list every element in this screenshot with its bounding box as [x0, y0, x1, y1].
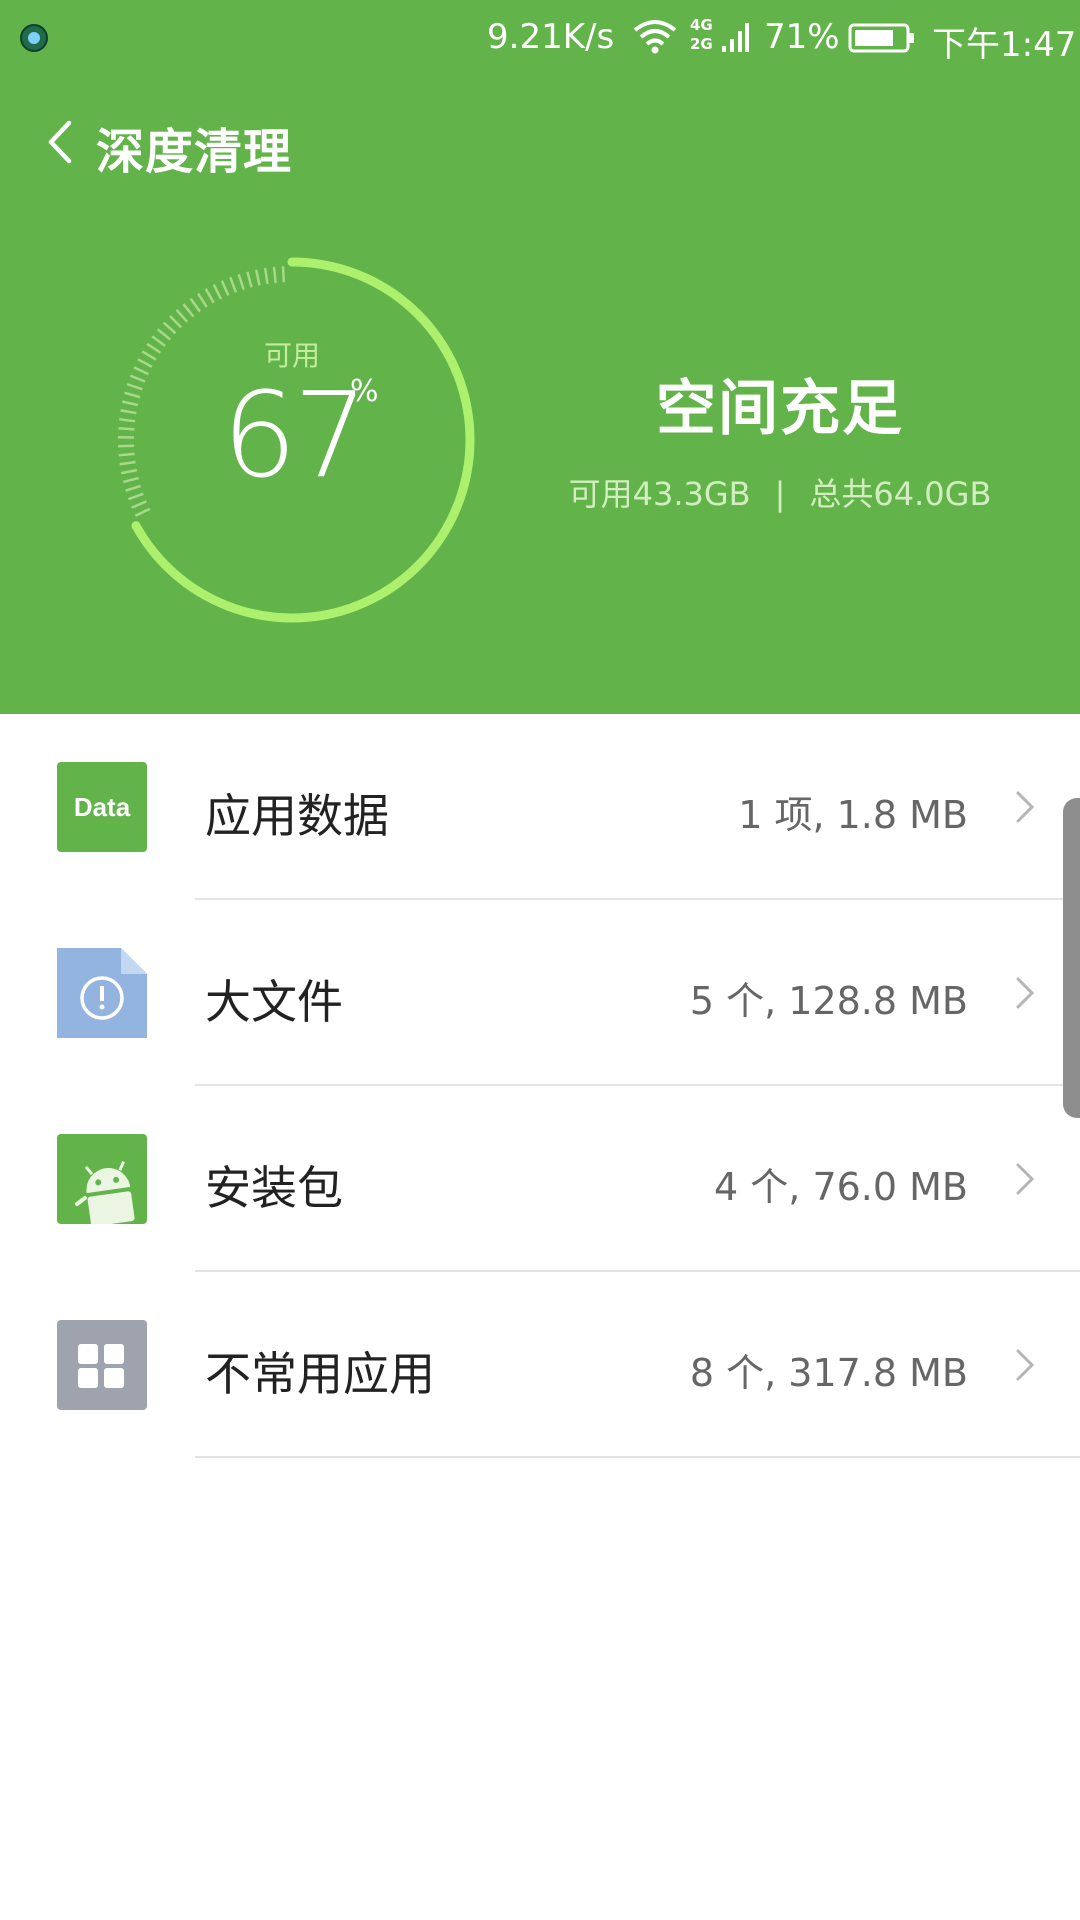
list-item-label: 安装包	[205, 1161, 343, 1215]
back-button[interactable]	[28, 106, 92, 178]
data-icon: Data	[57, 762, 147, 852]
list-item-unused-apps[interactable]: 不常用应用 8 个, 317.8 MB	[0, 1272, 1080, 1458]
network-type-top: 4G	[690, 16, 713, 34]
status-bar: 9.21K/s 4G 2G 71% 下午1:47	[0, 0, 1080, 78]
gauge-tick	[272, 266, 277, 283]
android-package-icon	[57, 1134, 147, 1224]
chevron-right-icon	[1016, 791, 1035, 823]
list-item-app-data[interactable]: Data 应用数据 1 项, 1.8 MB	[0, 714, 1080, 900]
gauge-tick	[122, 400, 139, 407]
gauge-tick	[246, 271, 253, 288]
title-bar: 深度清理	[0, 78, 1080, 208]
available-space: 可用43.3GB	[568, 475, 751, 513]
gauge-tick	[263, 267, 269, 285]
space-details: 可用43.3GB | 总共64.0GB	[520, 469, 1040, 515]
unused-apps-icon	[57, 1320, 147, 1410]
divider	[195, 1456, 1080, 1458]
gauge-tick	[229, 276, 238, 293]
list-item-value: 4 个, 76.0 MB	[714, 1165, 968, 1209]
gauge-tick	[197, 292, 208, 308]
clock: 下午1:47	[932, 25, 1077, 65]
list-item-label: 不常用应用	[205, 1347, 435, 1401]
gauge-unit: %	[350, 374, 379, 409]
data-icon-text: Data	[74, 792, 131, 822]
space-status: 空间充足	[656, 374, 904, 444]
back-arrow-icon	[48, 120, 72, 164]
gauge-value: 67	[222, 366, 368, 504]
gauge-tick	[212, 284, 223, 300]
edge-panel-handle[interactable]	[1063, 798, 1080, 1118]
gauge-tick	[134, 507, 151, 517]
gauge-tick	[119, 418, 136, 423]
large-file-icon	[57, 948, 147, 1038]
gauge-tick	[220, 280, 230, 296]
list-item-label: 应用数据	[205, 789, 389, 843]
space-info: 空间充足 可用43.3GB | 总共64.0GB	[520, 360, 1040, 515]
gauge-tick	[169, 315, 183, 329]
app-notification-icon	[20, 24, 48, 52]
gauge-tick	[125, 484, 142, 492]
battery-percent: 71%	[764, 17, 840, 57]
list-item-value: 1 项, 1.8 MB	[738, 793, 968, 837]
gauge-tick	[182, 303, 195, 318]
gauge-tick	[126, 382, 143, 391]
gauge-tick	[162, 321, 177, 335]
gauge-tick	[254, 269, 261, 286]
chevron-right-icon	[1016, 1349, 1035, 1381]
gauge-tick	[118, 427, 135, 431]
battery-icon	[848, 23, 914, 53]
space-separator: |	[774, 475, 786, 513]
gauge-tick	[204, 288, 215, 304]
gauge-tick	[118, 444, 135, 448]
gauge-tick	[127, 492, 144, 501]
list-item-value: 5 个, 128.8 MB	[689, 979, 968, 1023]
signal-icon	[722, 23, 749, 52]
total-space: 总共64.0GB	[809, 475, 992, 513]
list-item-install-packages[interactable]: 安装包 4 个, 76.0 MB	[0, 1086, 1080, 1272]
chevron-right-icon	[1016, 1163, 1035, 1195]
network-type: 4G 2G	[690, 16, 718, 54]
list-item-label: 大文件	[205, 975, 343, 1029]
cleanup-list: Data 应用数据 1 项, 1.8 MB 大文件 5 个, 128.8 MB	[0, 714, 1080, 1458]
list-item-value: 8 个, 317.8 MB	[689, 1351, 968, 1395]
gauge-tick	[120, 468, 138, 475]
gauge-tick	[175, 309, 189, 323]
gauge-tick	[119, 460, 136, 466]
gauge-tick	[118, 452, 135, 457]
gauge-tick	[189, 297, 201, 313]
gauge-tick	[124, 391, 141, 399]
gauge-tick	[281, 266, 286, 283]
wifi-icon	[633, 20, 677, 54]
gauge-tick	[131, 500, 147, 509]
header: 9.21K/s 4G 2G 71% 下午1:47 深度清理 可用 67 % 空间…	[0, 0, 1080, 714]
network-speed: 9.21K/s	[487, 17, 615, 57]
chevron-right-icon	[1016, 977, 1035, 1009]
list-item-large-files[interactable]: 大文件 5 个, 128.8 MB	[0, 900, 1080, 1086]
gauge-tick	[122, 476, 139, 484]
network-type-bottom: 2G	[690, 35, 713, 53]
gauge-tick	[120, 409, 137, 415]
storage-gauge: 可用 67 %	[104, 252, 480, 628]
gauge-tick	[237, 273, 245, 290]
gauge-tick	[129, 374, 146, 383]
page-title: 深度清理	[96, 124, 293, 180]
